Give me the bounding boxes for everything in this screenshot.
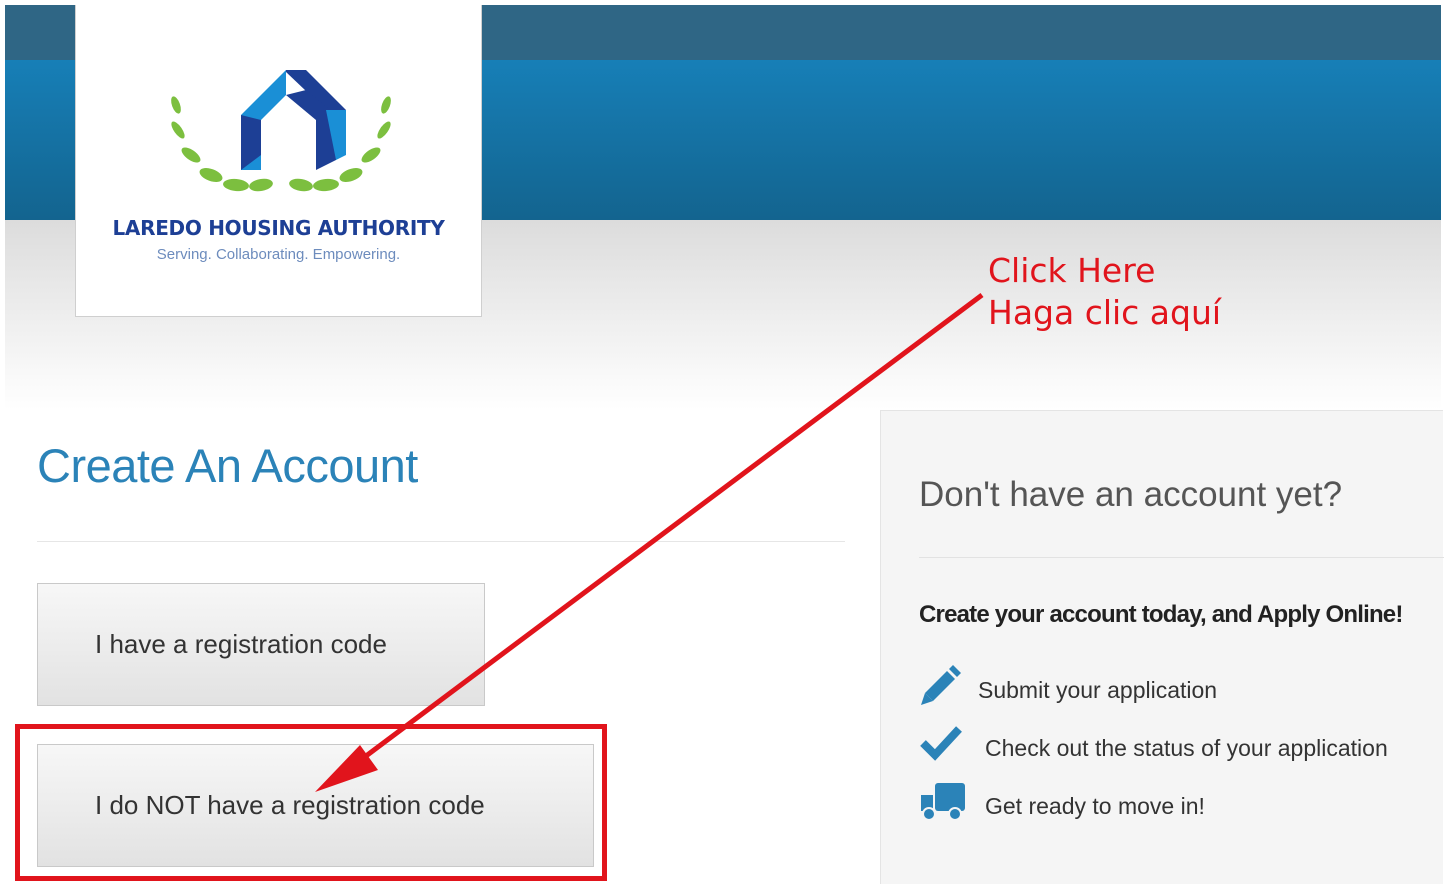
signup-info-panel: Don't have an account yet? Create your a… xyxy=(880,410,1444,884)
panel-title: Don't have an account yet? xyxy=(919,475,1343,514)
feature-move-in: Get ready to move in! xyxy=(985,793,1205,819)
truck-icon xyxy=(921,783,965,821)
feature-submit-application: Submit your application xyxy=(978,677,1218,703)
panel-divider xyxy=(919,557,1444,558)
checkmark-icon xyxy=(920,726,962,761)
pencil-icon xyxy=(921,665,961,705)
panel-subtitle: Create your account today, and Apply Onl… xyxy=(919,601,1403,628)
feature-check-status: Check out the status of your application xyxy=(985,735,1388,761)
